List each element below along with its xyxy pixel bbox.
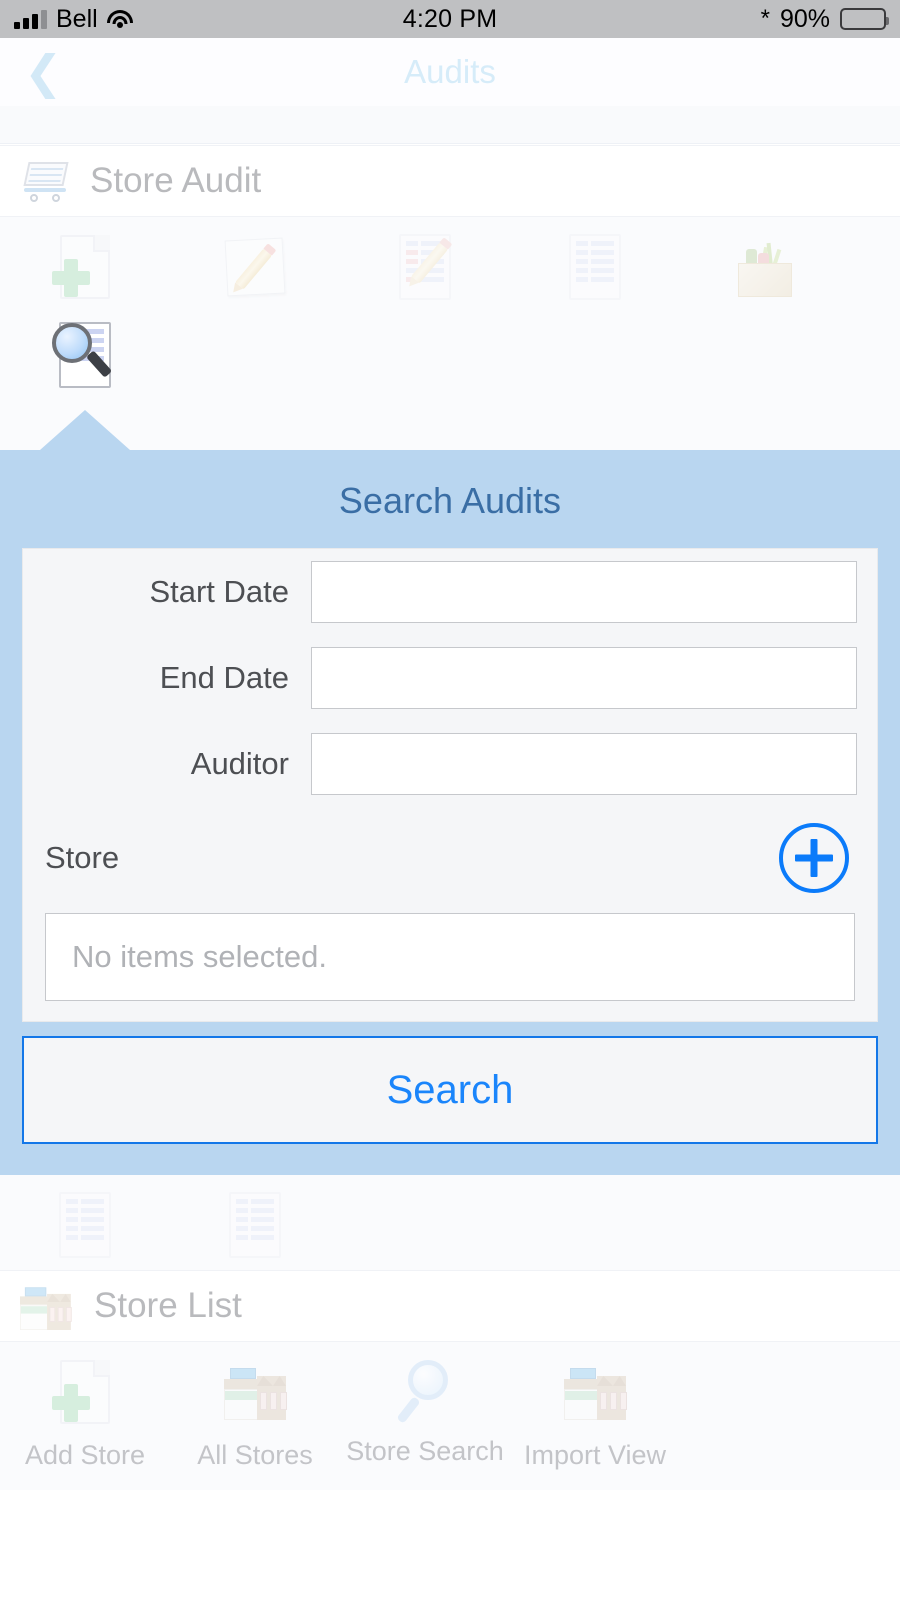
section-label: Store List (94, 1286, 242, 1325)
search-button-label: Search (386, 1067, 514, 1112)
store-audit-item-add-document[interactable] (0, 217, 170, 305)
status-bar-left: Bell (0, 5, 403, 34)
store-audit-icon-row-1 (0, 217, 900, 305)
bluetooth-icon: * (760, 5, 770, 32)
store-field-row: Store (23, 807, 877, 899)
store-audit-item-list-document[interactable] (510, 217, 680, 305)
field-row-end-date: End Date (23, 635, 877, 721)
app-screen: Bell 4:20 PM * 90% ❮ Audits Store Audit (0, 0, 900, 1600)
search-audits-panel: Search Audits Start Date End Date Audito… (0, 450, 900, 1175)
notepad-pencil-icon (218, 231, 292, 305)
field-row-auditor: Auditor (23, 721, 877, 807)
carrier-label: Bell (56, 4, 98, 33)
auditor-label: Auditor (190, 746, 289, 781)
panel-bottom-padding (0, 1144, 900, 1172)
store-selection-box[interactable]: No items selected. (45, 913, 855, 1001)
panel-pointer-arrow (40, 410, 130, 450)
after-panel-item-2[interactable] (170, 1175, 340, 1263)
auditor-input[interactable] (311, 733, 857, 795)
store-list-item-label: Import View (523, 1440, 667, 1470)
add-document-icon (48, 1356, 122, 1430)
store-audit-item-notepad-pencil[interactable] (170, 217, 340, 305)
clock-label: 4:20 PM (402, 4, 498, 33)
cellular-bars-icon (14, 9, 47, 29)
magnifier-icon (390, 1356, 460, 1426)
store-selection-placeholder: No items selected. (72, 939, 327, 974)
after-panel-icon-row (0, 1175, 900, 1263)
search-form-card: Start Date End Date Auditor Store No ite… (22, 548, 878, 1022)
store-audit-item-grocery-bag[interactable] (680, 217, 850, 305)
store-audit-item-search-document[interactable] (0, 305, 170, 393)
navigation-bar: ❮ Audits (0, 38, 900, 106)
end-date-label: End Date (159, 660, 289, 695)
field-row-start-date: Start Date (23, 549, 877, 635)
nav-separator-band (0, 106, 900, 144)
start-date-label: Start Date (149, 574, 289, 609)
store-list-item-label: Add Store (24, 1440, 146, 1470)
store-list-item-all-stores[interactable]: All Stores (170, 1342, 340, 1471)
status-bar-right: * 90% (497, 5, 900, 34)
store-audit-icon-grid (0, 217, 900, 450)
grocery-bag-icon (728, 231, 802, 305)
search-button[interactable]: Search (22, 1036, 878, 1144)
shopping-cart-icon (20, 156, 72, 206)
back-chevron-icon[interactable]: ❮ (24, 49, 63, 95)
store-audit-item-edit-form[interactable] (340, 217, 510, 305)
list-document-icon (558, 231, 632, 305)
start-date-input[interactable] (311, 561, 857, 623)
store-list-item-store-search[interactable]: Store Search (340, 1342, 510, 1471)
store-list-item-add-store[interactable]: Add Store (0, 1342, 170, 1471)
store-audit-icon-row-2 (0, 305, 900, 393)
section-header-store-list: Store List (0, 1270, 900, 1342)
after-panel-icon-grid (0, 1175, 900, 1270)
page-title: Audits (404, 53, 496, 90)
battery-percent-label: 90% (779, 4, 831, 33)
section-label: Store Audit (90, 161, 262, 200)
status-bar: Bell 4:20 PM * 90% (0, 0, 900, 38)
list-document-icon (218, 1189, 292, 1263)
storefront-icon (20, 1280, 76, 1332)
search-document-icon (48, 319, 122, 393)
list-document-icon (48, 1189, 122, 1263)
plus-circle-icon[interactable] (779, 823, 849, 893)
end-date-input[interactable] (311, 647, 857, 709)
store-list-icon-grid: Add Store All Stores Store Search Import… (0, 1342, 900, 1490)
store-list-item-import-view[interactable]: Import View (510, 1342, 680, 1471)
add-document-icon (48, 231, 122, 305)
storefront-icon (558, 1356, 632, 1430)
store-list-item-label: Store Search (346, 1436, 504, 1466)
section-header-store-audit: Store Audit (0, 145, 900, 217)
battery-icon (840, 8, 890, 30)
store-list-icon-row: Add Store All Stores Store Search Import… (0, 1342, 900, 1471)
storefront-icon (218, 1356, 292, 1430)
after-panel-item-1[interactable] (0, 1175, 170, 1263)
store-list-item-label: All Stores (197, 1440, 313, 1470)
wifi-icon (106, 9, 133, 29)
edit-form-icon (388, 231, 462, 305)
panel-title: Search Audits (338, 480, 562, 521)
store-label: Store (45, 840, 120, 875)
